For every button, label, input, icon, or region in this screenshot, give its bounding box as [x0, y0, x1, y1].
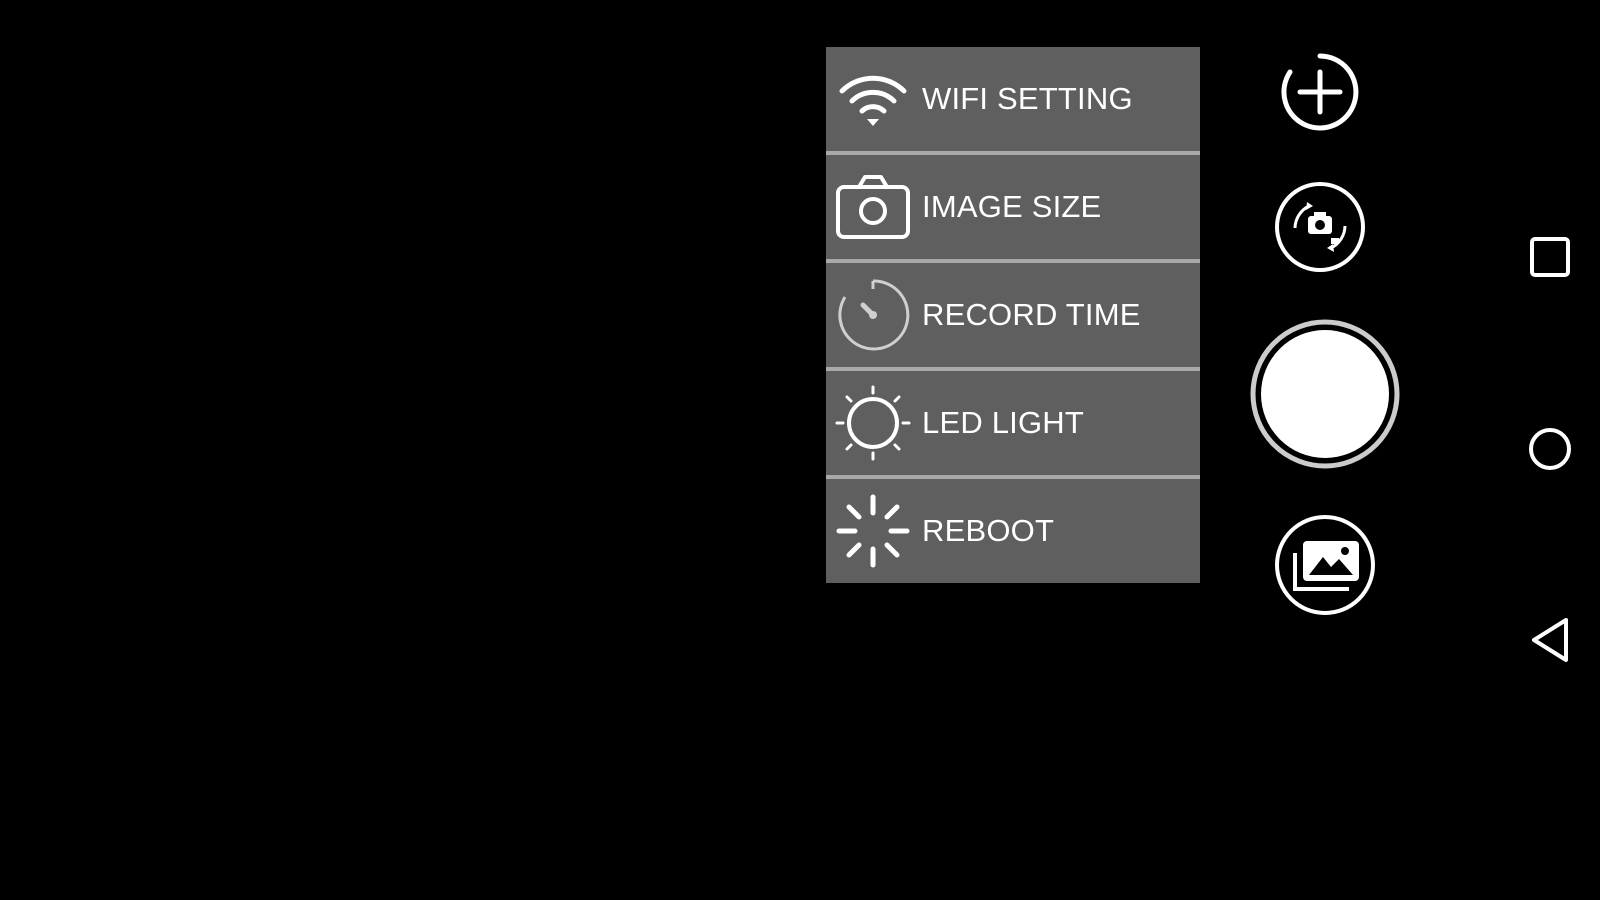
menu-item-reboot[interactable]: REBOOT — [826, 479, 1200, 583]
camera-icon — [834, 168, 912, 246]
menu-item-label: LED LIGHT — [922, 405, 1085, 440]
menu-item-record-time[interactable]: RECORD TIME — [826, 263, 1200, 367]
menu-item-label: IMAGE SIZE — [922, 189, 1102, 224]
gallery-button[interactable] — [1273, 513, 1377, 617]
menu-item-label: WIFI SETTING — [922, 81, 1133, 116]
menu-item-label: REBOOT — [922, 513, 1055, 548]
triangle-back-icon — [1528, 616, 1572, 669]
settings-menu: WIFI SETTING IMAGE SIZE RECORD TIME LED … — [826, 47, 1200, 583]
square-icon — [1528, 235, 1572, 284]
home-button[interactable] — [1522, 423, 1578, 479]
recents-button[interactable] — [1522, 231, 1578, 287]
wifi-icon — [834, 60, 912, 138]
back-button[interactable] — [1522, 614, 1578, 670]
switch-camera-button[interactable] — [1273, 180, 1367, 274]
menu-item-wifi-setting[interactable]: WIFI SETTING — [826, 47, 1200, 151]
shutter-icon — [1249, 318, 1401, 470]
add-button[interactable] — [1280, 52, 1360, 132]
camera-switch-icon — [1273, 180, 1367, 274]
circle-icon — [1526, 425, 1574, 478]
sun-icon — [834, 384, 912, 462]
camera-screen: WIFI SETTING IMAGE SIZE RECORD TIME LED … — [0, 0, 1600, 900]
menu-item-label: RECORD TIME — [922, 297, 1141, 332]
gallery-icon — [1273, 513, 1377, 617]
menu-item-image-size[interactable]: IMAGE SIZE — [826, 155, 1200, 259]
spinner-icon — [834, 492, 912, 570]
timer-icon — [834, 276, 912, 354]
shutter-button[interactable] — [1249, 318, 1401, 470]
menu-item-led-light[interactable]: LED LIGHT — [826, 371, 1200, 475]
plus-icon — [1280, 52, 1360, 132]
